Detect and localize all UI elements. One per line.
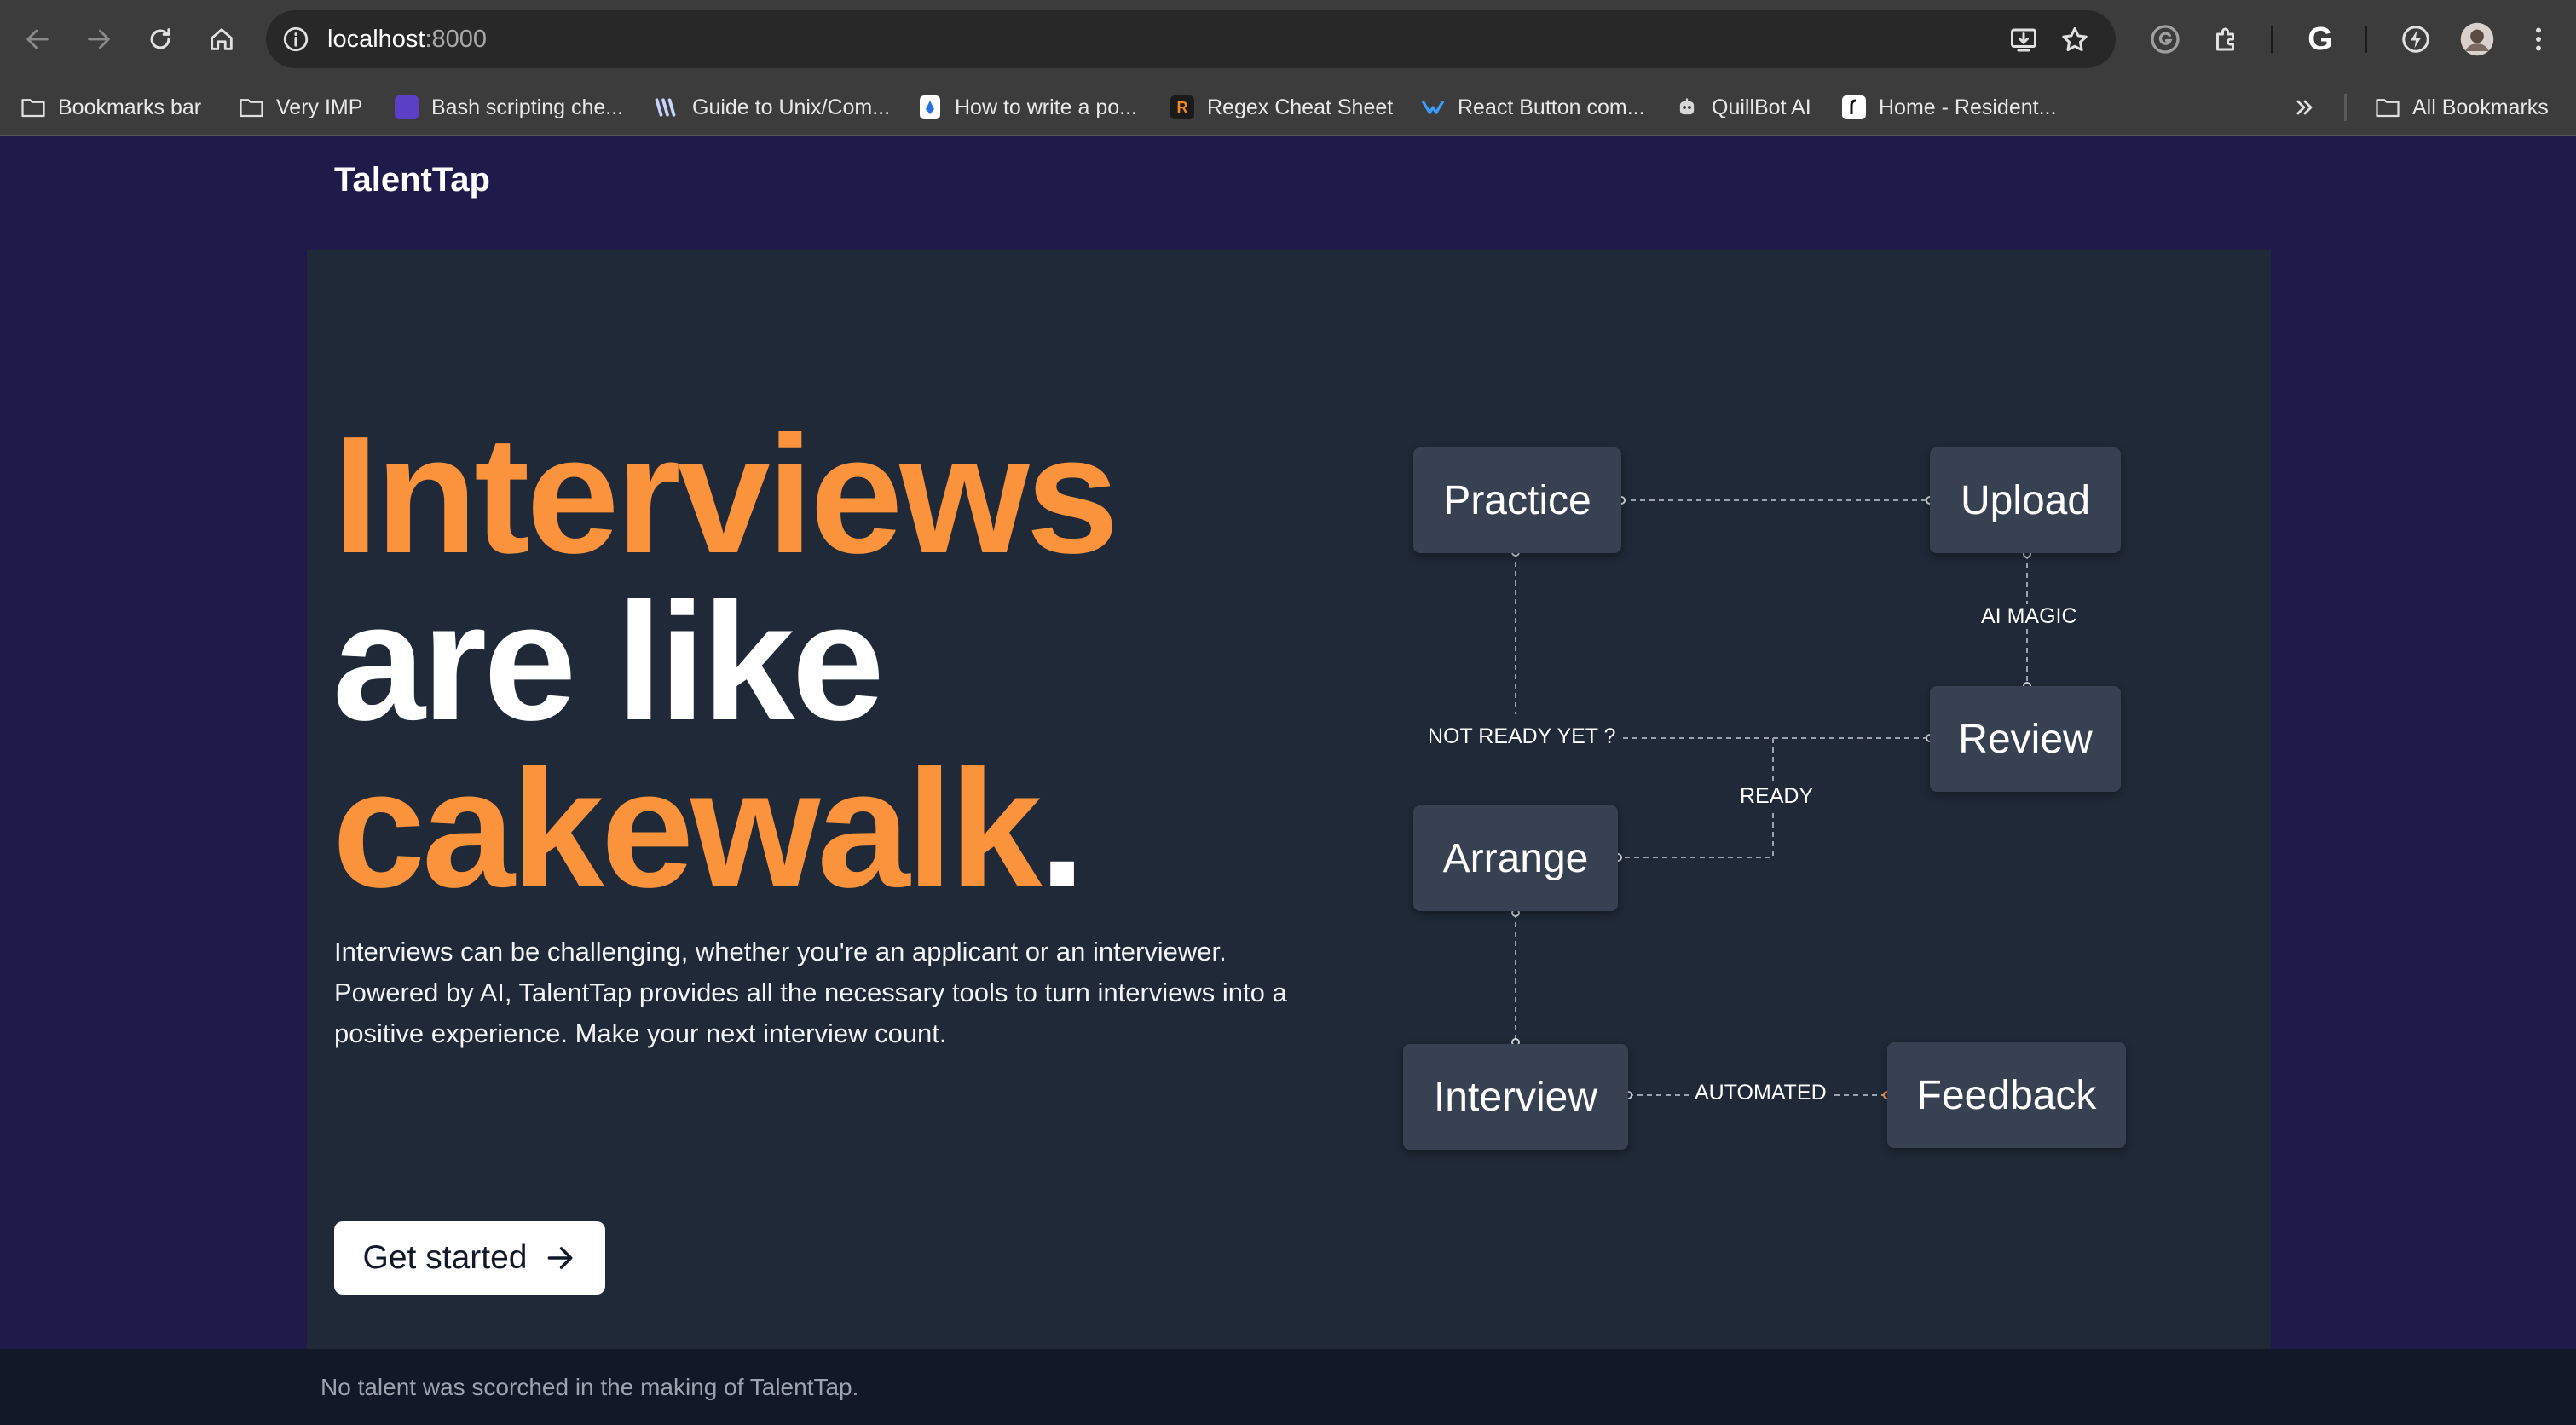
bash-favicon (394, 95, 419, 120)
label-not-ready-yet: NOT READY YET ? (1424, 724, 1620, 749)
avatar-icon (2460, 22, 2494, 56)
google-g-icon: G (2307, 20, 2333, 57)
all-bookmarks-button[interactable]: All Bookmarks (2375, 78, 2549, 136)
bookmark-unix-guide[interactable]: Guide to Unix/Com... (655, 78, 890, 136)
bookmark-bookmarks-bar[interactable]: Bookmarks bar (20, 78, 201, 136)
node-feedback: Feedback (1887, 1042, 2126, 1148)
double-chevron-right-icon (2296, 100, 2313, 115)
page-viewport: TalentTap Interviews are like cakewalk. … (0, 137, 2576, 1425)
node-interview: Interview (1403, 1044, 1628, 1150)
address-bar[interactable]: localhost:8000 (266, 10, 2116, 68)
grammarly-extension[interactable] (2146, 20, 2184, 58)
bookmark-react-button[interactable]: React Button com... (1420, 78, 1645, 136)
back-button[interactable] (17, 19, 58, 60)
node-arrange: Arrange (1413, 805, 1618, 911)
forward-button[interactable] (78, 19, 119, 60)
quillbot-favicon (1674, 95, 1700, 120)
reload-button[interactable] (140, 19, 181, 60)
bookmarks-bar: Bookmarks bar Very IMP Bash scripting ch… (0, 78, 2576, 136)
arrow-right-icon (88, 29, 110, 49)
label-ai-magic: AI MAGIC (1978, 604, 2081, 629)
bookmark-regex-cheat-sheet[interactable]: R Regex Cheat Sheet (1170, 78, 1393, 136)
toolbar-separator (2365, 26, 2367, 53)
bookmark-quillbot[interactable]: QuillBot AI (1674, 78, 1811, 136)
folder-icon (239, 95, 264, 120)
page-footer: No talent was scorched in the making of … (0, 1349, 2576, 1425)
resident-favicon (1841, 95, 1867, 120)
label-automated: AUTOMATED (1691, 1081, 1830, 1105)
puzzle-icon (2216, 27, 2234, 51)
arrow-left-icon (26, 29, 49, 49)
bookmark-very-imp[interactable]: Very IMP (239, 78, 362, 136)
node-review: Review (1930, 686, 2121, 792)
bookmark-star-icon[interactable] (2059, 25, 2090, 55)
label-ready: READY (1736, 784, 1817, 809)
more-bookmarks-button[interactable] (2293, 78, 2317, 136)
react-favicon (1420, 95, 1446, 120)
home-icon (211, 28, 233, 50)
site-info-icon[interactable] (281, 25, 310, 54)
node-practice: Practice (1413, 447, 1621, 553)
performance-button[interactable] (2397, 20, 2434, 58)
lightning-icon (2402, 26, 2429, 53)
node-upload: Upload (1930, 447, 2121, 553)
install-app-icon[interactable] (2008, 25, 2039, 55)
doc-favicon (917, 95, 943, 120)
profile-avatar[interactable] (2458, 20, 2496, 58)
google-extension[interactable]: G (2302, 20, 2339, 58)
unix-favicon (655, 95, 680, 120)
hero-section: Interviews are like cakewalk. Interviews… (307, 250, 2271, 1349)
regex-favicon: R (1170, 95, 1195, 120)
bookmarks-separator (2344, 94, 2347, 121)
kebab-menu-icon (2536, 27, 2541, 51)
url-text: localhost:8000 (327, 26, 488, 53)
brand-logo[interactable]: TalentTap (334, 161, 490, 199)
toolbar-separator (2271, 26, 2273, 53)
workflow-connectors (1511, 496, 2031, 1099)
reload-icon (150, 28, 170, 49)
bookmark-home-resident[interactable]: Home - Resident... (1841, 78, 2056, 136)
footer-text: No talent was scorched in the making of … (321, 1374, 859, 1400)
folder-icon (2375, 95, 2400, 120)
bookmark-bash-scripting[interactable]: Bash scripting che... (394, 78, 623, 136)
browser-toolbar: localhost:8000 G (0, 0, 2576, 78)
browser-menu-button[interactable] (2520, 20, 2557, 58)
extensions-button[interactable] (2208, 20, 2245, 58)
home-button[interactable] (201, 19, 242, 60)
bookmark-how-to-write[interactable]: How to write a po... (917, 78, 1137, 136)
grammarly-icon (2151, 25, 2180, 54)
folder-icon (20, 95, 46, 120)
